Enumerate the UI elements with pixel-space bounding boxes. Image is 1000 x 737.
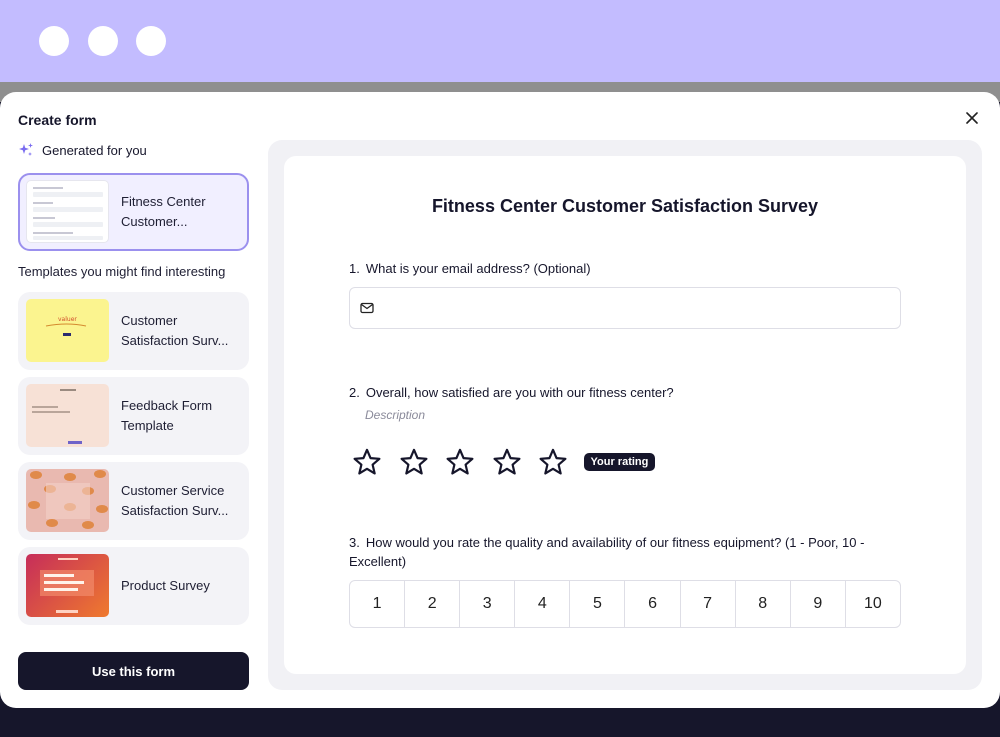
- use-this-form-button[interactable]: Use this form: [18, 652, 249, 690]
- star-icon[interactable]: [535, 446, 571, 478]
- star-icon[interactable]: [396, 446, 432, 478]
- star-rating: Your rating: [349, 446, 656, 478]
- template-label: Product Survey: [121, 578, 210, 593]
- question-number: 1.: [349, 261, 360, 276]
- scale-option[interactable]: 5: [570, 581, 626, 627]
- generated-header: Generated for you: [18, 142, 147, 158]
- survey-title: Fitness Center Customer Satisfaction Sur…: [431, 196, 819, 216]
- close-icon: [966, 112, 978, 124]
- generated-form-label: Fitness Center Customer...: [121, 194, 206, 229]
- create-form-modal: Create form Generated for you Fitness Ce…: [0, 92, 1000, 708]
- template-label: Customer Service Satisfaction Surv...: [121, 483, 229, 518]
- app-header: [0, 0, 1000, 82]
- template-thumbnail: [26, 554, 109, 617]
- generated-form-card[interactable]: Fitness Center Customer...: [18, 173, 249, 251]
- scale-option[interactable]: 2: [405, 581, 461, 627]
- header-dot: [39, 26, 69, 56]
- scale-option[interactable]: 1: [350, 581, 406, 627]
- scale-option[interactable]: 8: [736, 581, 791, 627]
- svg-text:valuer: valuer: [58, 316, 77, 323]
- templates-header: Templates you might find interesting: [18, 264, 226, 279]
- question-text: How would you rate the quality and avail…: [349, 535, 865, 569]
- header-dot: [88, 26, 118, 56]
- template-card[interactable]: Product Survey: [18, 547, 249, 625]
- star-icon[interactable]: [442, 446, 478, 478]
- template-thumbnail: [26, 469, 109, 532]
- close-button[interactable]: [962, 110, 982, 130]
- question-number: 2.: [349, 385, 360, 400]
- header-dot: [136, 26, 166, 56]
- template-thumbnail: valuer: [26, 299, 109, 362]
- template-label: Feedback Form Template: [121, 398, 213, 433]
- question-3: 3. How would you rate the quality and ava…: [349, 533, 909, 571]
- scale-option[interactable]: 4: [515, 581, 571, 627]
- form-thumbnail: [26, 180, 109, 243]
- template-thumbnail: [26, 384, 109, 447]
- template-card[interactable]: valuer Customer Satisfaction Surv...: [18, 292, 249, 370]
- email-field[interactable]: [349, 287, 901, 329]
- template-card[interactable]: Customer Service Satisfaction Surv...: [18, 462, 249, 540]
- template-label: Customer Satisfaction Surv...: [121, 313, 229, 348]
- generated-header-label: Generated for you: [42, 142, 147, 158]
- rating-tooltip: Your rating: [583, 453, 656, 471]
- scale-option[interactable]: 6: [625, 581, 681, 627]
- scale-option[interactable]: 9: [791, 581, 846, 627]
- scale-option[interactable]: 3: [460, 581, 516, 627]
- scale-option[interactable]: 10: [846, 581, 900, 627]
- modal-title: Create form: [18, 112, 97, 128]
- rating-scale: 1 2 3 4 5 6 7 8 9 10: [349, 580, 901, 628]
- question-text: Overall, how satisfied are you with our …: [365, 385, 674, 400]
- question-text: What is your email address? (Optional): [365, 261, 591, 276]
- form-preview-card: Fitness Center Customer Satisfaction Sur…: [284, 156, 966, 674]
- question-number: 3.: [349, 535, 360, 550]
- scale-option[interactable]: 7: [681, 581, 736, 627]
- sparkle-icon: [18, 142, 34, 158]
- star-icon[interactable]: [489, 446, 525, 478]
- star-icon[interactable]: [349, 446, 385, 478]
- question-2: 2. Overall, how satisfied are you with ou…: [349, 383, 674, 402]
- question-description: Description: [365, 408, 426, 422]
- template-card[interactable]: Feedback Form Template: [18, 377, 249, 455]
- mail-icon: [360, 302, 374, 314]
- question-1: 1. What is your email address? (Optional): [349, 259, 591, 278]
- form-preview-panel: Fitness Center Customer Satisfaction Sur…: [268, 140, 982, 690]
